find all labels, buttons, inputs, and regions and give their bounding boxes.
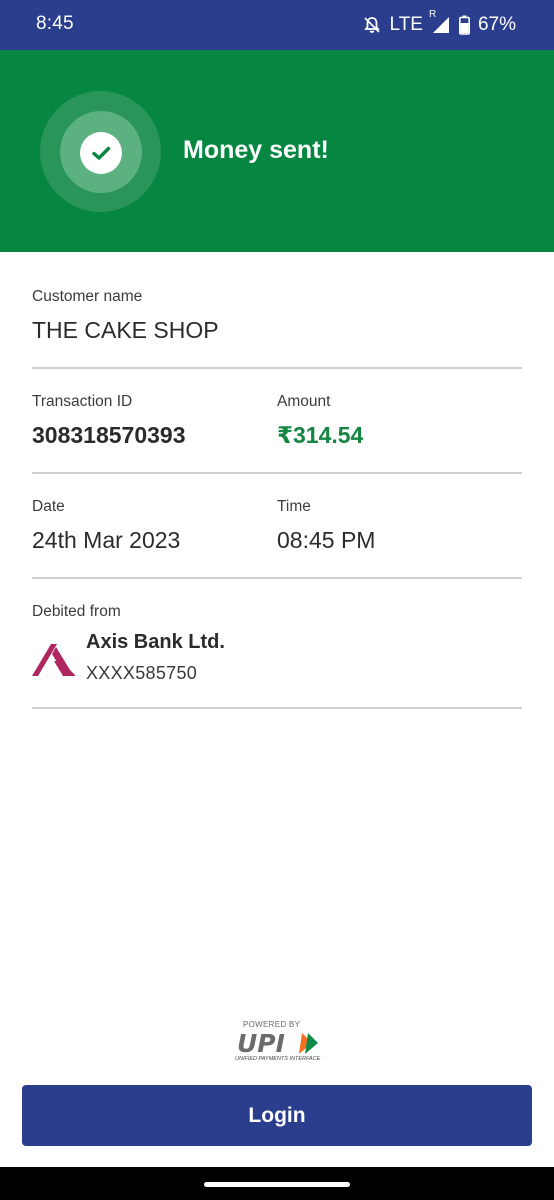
login-button-label: Login (248, 1103, 306, 1127)
divider (32, 367, 522, 369)
signal-icon: R (429, 9, 451, 35)
date-label: Date (32, 498, 65, 515)
divider (32, 472, 522, 474)
transaction-id-label: Transaction ID (32, 393, 133, 410)
divider (32, 577, 522, 579)
battery-icon (458, 15, 470, 35)
debited-from-label: Debited from (32, 603, 121, 620)
page-title: Money sent! (183, 136, 329, 164)
amount-value: ₹314.54 (277, 422, 364, 448)
time-label: Time (277, 498, 311, 515)
axis-bank-logo (32, 640, 76, 676)
time-value: 08:45 PM (277, 527, 376, 553)
powered-by-label: POWERED BY (243, 1020, 301, 1029)
mute-notification-icon (362, 15, 382, 35)
login-button[interactable]: Login (22, 1085, 532, 1146)
battery-percent: 67% (477, 14, 516, 35)
transaction-id-value: 308318570393 (32, 422, 186, 448)
amount-label: Amount (277, 393, 331, 410)
home-gesture-handle[interactable] (204, 1182, 350, 1187)
system-nav-bar (0, 1167, 554, 1200)
upi-logo-text: UPI (237, 1029, 285, 1057)
status-indicators: LTE R 67% (362, 9, 516, 37)
roaming-indicator: R (428, 9, 437, 20)
customer-name-value: THE CAKE SHOP (32, 317, 219, 343)
date-value: 24th Mar 2023 (32, 527, 181, 553)
divider (32, 707, 522, 709)
network-type: LTE (389, 14, 423, 35)
account-number: XXXX585750 (86, 663, 198, 683)
upi-tagline: UNIFIED PAYMENTS INTERFACE (235, 1056, 321, 1062)
status-bar: 8:45 LTE R 67% (0, 0, 554, 50)
status-time: 8:45 (36, 13, 74, 34)
customer-name-label: Customer name (32, 288, 143, 305)
success-header: Money sent! (0, 50, 554, 252)
checkmark-icon (80, 132, 122, 174)
upi-logo: POWERED BY UPI UNIFIED PAYMENTS INTERFAC… (234, 1020, 324, 1066)
bank-name: Axis Bank Ltd. (86, 631, 225, 653)
